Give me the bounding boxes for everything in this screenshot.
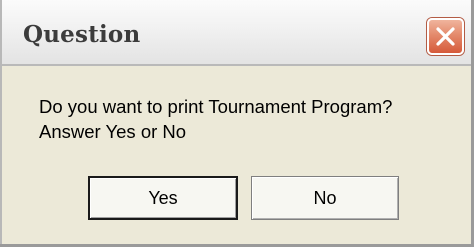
yes-button[interactable]: Yes <box>88 176 238 220</box>
message-line-2: Answer Yes or No <box>39 121 187 142</box>
no-button[interactable]: No <box>251 176 399 220</box>
dialog-title: Question <box>23 21 141 48</box>
message-line-1: Do you want to print Tournament Program? <box>39 96 393 117</box>
title-bar[interactable]: Question <box>2 0 471 66</box>
question-dialog: Question Do you want to print Tournament… <box>0 0 474 247</box>
close-button[interactable] <box>427 18 464 55</box>
window-border-left <box>0 0 2 247</box>
